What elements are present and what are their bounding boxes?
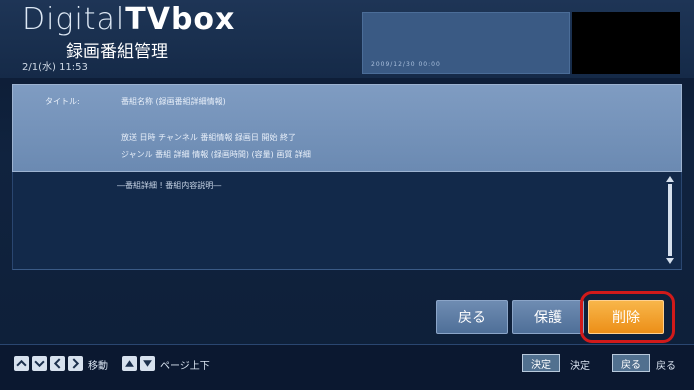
- back-label: 戻る: [656, 361, 676, 372]
- decide-key[interactable]: 決定: [522, 354, 560, 372]
- title-label: タイトル:: [45, 97, 80, 106]
- scroll-down-arrow-icon[interactable]: [666, 258, 674, 264]
- left-arrow-key-icon: [50, 356, 65, 371]
- video-window: [572, 12, 680, 74]
- up-arrow-key-icon: [14, 356, 29, 371]
- scroll-thumb[interactable]: [668, 184, 672, 256]
- logo-digital: Digital: [22, 2, 126, 37]
- description-scrollbar[interactable]: [666, 176, 675, 264]
- scroll-up-arrow-icon[interactable]: [666, 176, 674, 182]
- recorded-program-management-screen: DigitalTVbox 録画番組管理 2/1(水) 11:53 2009/12…: [0, 0, 694, 390]
- page-up-key-icon: [122, 356, 137, 371]
- program-preview: 2009/12/30 00:00: [362, 12, 570, 74]
- program-description: ―番組詳細 ! 番組内容説明―: [12, 172, 682, 270]
- page-down-key-icon: [140, 356, 155, 371]
- down-arrow-key-icon: [32, 356, 47, 371]
- protect-button[interactable]: 保護: [512, 300, 584, 334]
- digital-tvbox-logo: DigitalTVbox: [22, 2, 235, 38]
- logo-tvbox: TVbox: [125, 2, 236, 37]
- footer-key-guide: 移動 ページ上下 決定 決定 戻る 戻る: [0, 344, 694, 390]
- delete-highlight-ring: [580, 291, 675, 343]
- description-text: ―番組詳細 ! 番組内容説明―: [117, 181, 222, 190]
- right-arrow-key-icon: [68, 356, 83, 371]
- current-datetime: 2/1(水) 11:53: [22, 62, 88, 73]
- header: DigitalTVbox 録画番組管理 2/1(水) 11:53 2009/12…: [0, 0, 694, 78]
- program-meta-line-1: 放送 日時 チャンネル 番組情報 録画日 開始 終了: [121, 133, 297, 142]
- back-key[interactable]: 戻る: [612, 354, 650, 372]
- preview-caption: 2009/12/30 00:00: [371, 61, 441, 68]
- decide-label: 決定: [570, 361, 590, 372]
- program-title: 番組名称 (録画番組詳細情報): [121, 97, 226, 106]
- page-up-down-label: ページ上下: [160, 361, 210, 372]
- program-meta-line-2: ジャンル 番組 詳細 情報 (録画時間) (容量) 画質 詳細: [121, 150, 311, 159]
- program-info-panel: タイトル: 番組名称 (録画番組詳細情報) 放送 日時 チャンネル 番組情報 録…: [12, 84, 682, 172]
- back-button[interactable]: 戻る: [436, 300, 508, 334]
- move-label: 移動: [88, 361, 108, 372]
